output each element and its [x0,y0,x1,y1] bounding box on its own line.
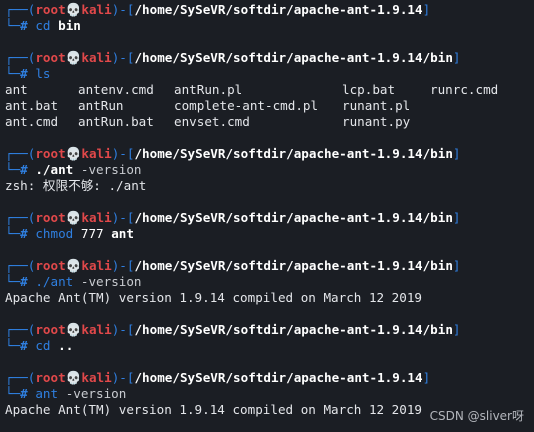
skull-icon: 💀 [65,210,82,225]
prompt-path: /home/SySeVR/softdir/apache-ant-1.9.14/b… [134,258,453,273]
prompt-path: /home/SySeVR/softdir/apache-ant-1.9.14/b… [134,146,453,161]
command-name: cd [35,338,51,353]
skull-icon: 💀 [65,258,82,273]
command-output: Apache Ant(TM) version 1.9.14 compiled o… [5,290,423,305]
command-arg: ant [111,226,134,241]
command-line: └─# ant -version [5,386,127,401]
command-name: ant [35,386,59,401]
command-option: 777 [80,226,104,241]
skull-icon: 💀 [65,322,82,337]
command-name: chmod [35,226,74,241]
prompt-line: ┌──(root💀kali)-[/home/SySeVR/softdir/apa… [5,322,461,337]
ls-row: ant.bat antRun complete-ant-cmd.pl runant.p… [5,98,411,113]
skull-icon: 💀 [65,146,82,161]
command-option: -version [80,274,142,289]
command-option: -version [65,386,127,401]
prompt-line: ┌──(root💀kali)-[/home/SySeVR/softdir/apa… [5,210,461,225]
prompt-line: ┌──(root💀kali)-[/home/SySeVR/softdir/apa… [5,146,461,161]
command-line: └─# cd .. [5,338,74,353]
terminal-window[interactable]: ┌──(root💀kali)-[/home/SySeVR/softdir/apa… [0,0,534,432]
prompt-path: /home/SySeVR/softdir/apache-ant-1.9.14/b… [134,322,453,337]
prompt-path: /home/SySeVR/softdir/apache-ant-1.9.14/b… [134,50,453,65]
command-arg: .. [58,338,74,353]
command-name: ls [35,66,51,81]
prompt-line: ┌──(root💀kali)-[/home/SySeVR/softdir/apa… [5,50,461,65]
skull-icon: 💀 [65,2,82,17]
command-name: ./ant [35,274,74,289]
command-output: zsh: 权限不够: ./ant [5,178,147,193]
skull-icon: 💀 [65,50,82,65]
command-arg: bin [58,18,81,33]
command-line: └─# chmod 777 ant [5,226,134,241]
command-line: └─# ls [5,66,51,81]
command-option: -version [80,162,142,177]
prompt-line: ┌──(root💀kali)-[/home/SySeVR/softdir/apa… [5,2,431,17]
prompt-path: /home/SySeVR/softdir/apache-ant-1.9.14/b… [134,210,453,225]
command-name: ./ant [35,162,74,177]
skull-icon: 💀 [65,370,82,385]
ls-row: ant.cmd antRun.bat envset.cmd runant.py [5,114,411,129]
watermark: CSDN @sliver呀 [429,409,524,423]
prompt-line: ┌──(root💀kali)-[/home/SySeVR/softdir/apa… [5,370,431,385]
prompt-path: /home/SySeVR/softdir/apache-ant-1.9.14 [134,370,423,385]
command-name: cd [35,18,51,33]
command-line: └─# ./ant -version [5,274,142,289]
command-line: └─# cd bin [5,18,81,33]
prompt-path: /home/SySeVR/softdir/apache-ant-1.9.14 [134,2,423,17]
command-line: └─# ./ant -version [5,162,142,177]
prompt-line: ┌──(root💀kali)-[/home/SySeVR/softdir/apa… [5,258,461,273]
ls-row: ant antenv.cmd antRun.pl lcp.bat runrc.cmd [5,82,499,97]
